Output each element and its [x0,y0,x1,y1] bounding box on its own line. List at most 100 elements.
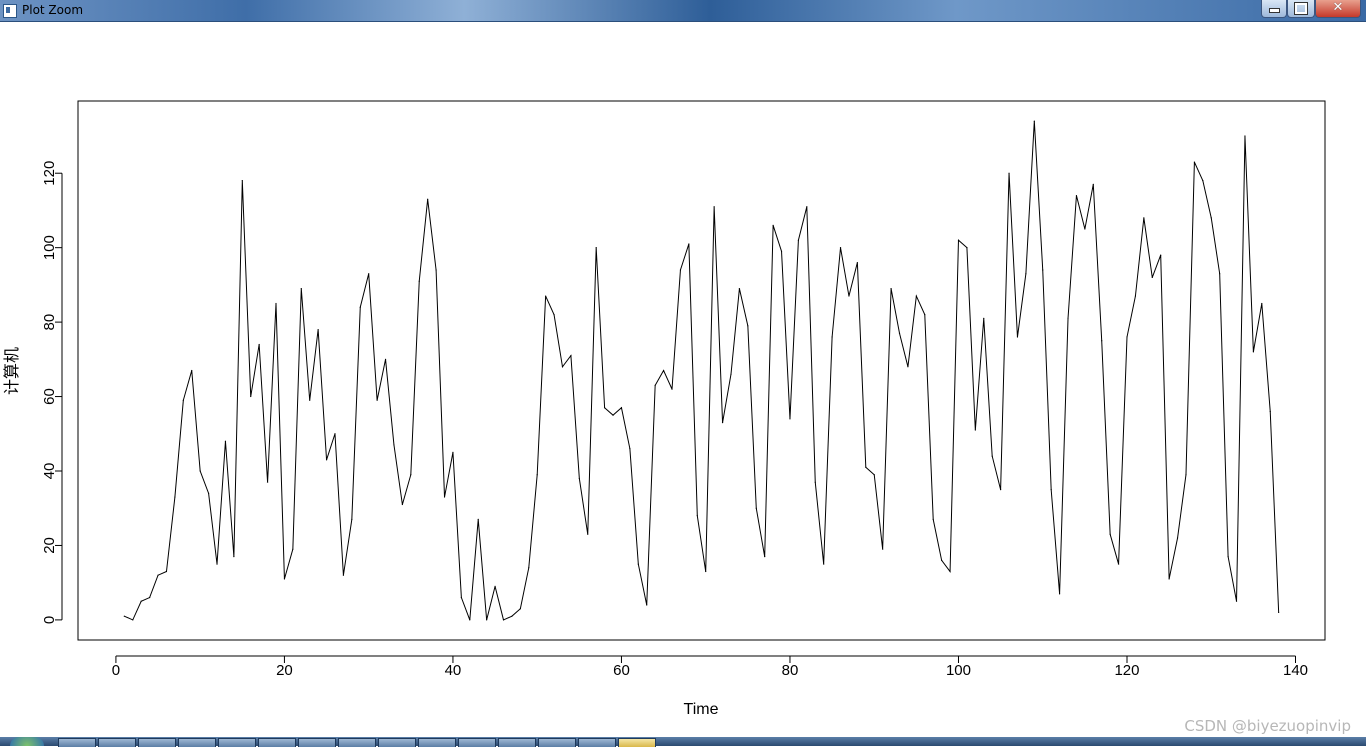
data-point [873,474,875,476]
data-point [679,269,682,271]
data-point [671,388,673,390]
data-point [578,477,580,480]
y-axis-label: 计算机 [2,347,21,395]
data-point [334,433,336,435]
data-point [553,314,555,316]
data-point [199,470,201,472]
data-point [359,306,361,308]
data-point [587,533,589,535]
data-point [241,180,243,182]
data-point [806,206,808,208]
data-point [1168,578,1170,580]
data-point [393,444,395,446]
data-point [1252,351,1254,353]
data-point [1143,217,1145,219]
data-point [519,608,521,610]
data-point [713,206,715,208]
data-point [764,556,766,558]
data-point [949,570,951,573]
data-point [730,373,732,375]
x-tick-label: 100 [946,662,971,679]
data-point [132,619,134,621]
data-point [966,247,968,249]
data-point [266,481,269,483]
data-point [848,295,850,297]
data-point [823,563,825,565]
data-point [1092,183,1094,185]
data-point [1117,563,1120,565]
data-point [1227,556,1229,558]
data-point [755,507,757,509]
data-point [688,243,690,245]
plot-frame [77,100,1326,641]
data-point [216,563,218,565]
data-point [1067,317,1069,319]
x-tick-label: 80 [782,662,799,679]
data-point [882,548,884,550]
data-point [376,399,378,401]
data-point [1008,172,1010,174]
data-point [233,556,235,558]
plot-area: 0 20 40 60 80 100 120 140 020406080100120 Time … [2,100,1326,718]
data-point [637,563,639,565]
taskbar [0,737,1366,747]
data-point [570,355,572,357]
data-point [443,496,446,498]
data-point [309,399,311,401]
data-point [292,548,294,550]
x-tick-label: 120 [1114,662,1139,679]
data-point [941,559,943,561]
data-point [696,515,698,517]
data-point [452,451,454,453]
data-point [1058,593,1061,595]
y-tick-label: 60 [41,388,58,405]
start-button[interactable] [10,737,44,746]
x-tick-label: 60 [613,662,630,679]
data-point [1193,161,1196,163]
data-point [368,273,370,275]
x-tick-label: 140 [1283,662,1308,679]
data-point [856,261,858,264]
series-line [124,121,1280,621]
y-tick-label: 40 [41,463,58,480]
data-point [1269,410,1271,413]
data-point [140,600,142,602]
data-point [1025,273,1027,275]
data-point [1042,269,1044,271]
data-point [865,466,867,468]
data-point [325,459,328,461]
data-point [157,574,159,576]
y-tick-label: 20 [41,537,58,554]
data-point [528,567,530,569]
data-point [1084,228,1086,230]
data-point [797,239,799,241]
data-point [469,619,471,621]
data-point [738,288,741,290]
data-point [494,585,496,587]
data-point [620,407,623,409]
data-point [435,269,437,271]
y-tick-label: 80 [41,314,58,331]
data-point [224,440,227,442]
data-point [932,518,934,520]
data-point [915,295,917,297]
data-point [317,328,319,331]
data-point [283,578,286,580]
data-point [612,414,614,416]
data-point [174,496,176,498]
data-point [1202,180,1204,182]
x-axis-label: Time [684,701,719,718]
data-point [207,492,210,494]
data-point [275,302,277,305]
data-point [654,384,656,386]
data-point [1176,537,1179,539]
data-point [629,448,631,450]
data-point [924,314,926,316]
data-point [890,288,892,290]
data-point [258,343,260,346]
data-point [991,455,993,457]
data-point [342,574,345,576]
data-point [780,250,783,252]
data-point [705,570,707,573]
data-point [1261,302,1263,305]
